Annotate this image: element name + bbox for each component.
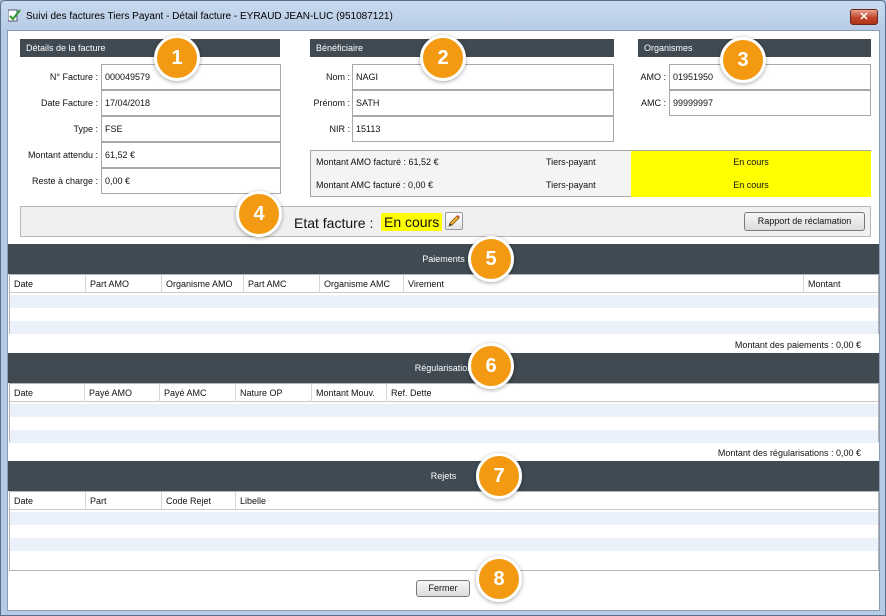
edit-etat-button[interactable] bbox=[445, 212, 463, 230]
nir-field[interactable]: 15113 bbox=[352, 116, 614, 142]
rejets-table-header: Date Part Code Rejet Libelle bbox=[10, 492, 878, 510]
regularisation-col-date[interactable]: Date bbox=[10, 384, 85, 402]
client-area: Détails de la facture N° Facture : 00004… bbox=[7, 30, 880, 611]
amc-payment-type: Tiers-payant bbox=[546, 180, 596, 190]
facture-type-label: Type : bbox=[73, 124, 98, 134]
paiements-table-header: Date Part AMO Organisme AMO Part AMC Org… bbox=[10, 275, 878, 293]
regularisation-col-nature-op[interactable]: Nature OP bbox=[236, 384, 312, 402]
pencil-icon bbox=[448, 215, 460, 227]
window: Suivi des factures Tiers Payant - Détail… bbox=[0, 0, 886, 616]
paiements-col-organisme-amc[interactable]: Organisme AMC bbox=[320, 275, 404, 293]
rejets-col-part[interactable]: Part bbox=[86, 492, 162, 510]
window-title: Suivi des factures Tiers Payant - Détail… bbox=[26, 11, 393, 22]
paiements-col-virement[interactable]: Virement bbox=[404, 275, 804, 293]
regularisation-col-ref-dette[interactable]: Ref. Dette bbox=[387, 384, 878, 402]
regularisation-table-header: Date Payé AMO Payé AMC Nature OP Montant… bbox=[10, 384, 878, 402]
paiements-col-part-amo[interactable]: Part AMO bbox=[86, 275, 162, 293]
table-row bbox=[10, 538, 878, 551]
paiements-col-part-amc[interactable]: Part AMC bbox=[244, 275, 320, 293]
nom-field[interactable]: NAGI bbox=[352, 64, 614, 90]
amo-payment-type: Tiers-payant bbox=[546, 157, 596, 167]
table-row bbox=[10, 295, 878, 308]
paiements-table[interactable]: Date Part AMO Organisme AMO Part AMC Org… bbox=[9, 274, 879, 334]
amc-status: En cours bbox=[631, 174, 871, 197]
regularisation-table[interactable]: Date Payé AMO Payé AMC Nature OP Montant… bbox=[9, 383, 879, 443]
nom-label: Nom : bbox=[325, 72, 350, 82]
regularisation-col-paye-amc[interactable]: Payé AMC bbox=[160, 384, 236, 402]
montant-attendu-label: Montant attendu : bbox=[27, 150, 98, 160]
rejets-col-libelle[interactable]: Libelle bbox=[236, 492, 878, 510]
paiements-col-date[interactable]: Date bbox=[10, 275, 86, 293]
reste-a-charge-label: Reste à charge : bbox=[31, 176, 98, 186]
rapport-reclamation-button[interactable]: Rapport de réclamation bbox=[744, 212, 865, 231]
amc-label: AMC : bbox=[640, 98, 666, 108]
montant-amc-facture: Montant AMC facturé : 0,00 € bbox=[316, 180, 434, 190]
prenom-label: Prénom : bbox=[313, 98, 350, 108]
etat-facture-bar: Etat facture : En cours Rapport de récla… bbox=[20, 206, 871, 237]
callout-badge-4: 4 bbox=[236, 191, 282, 237]
app-icon bbox=[8, 9, 21, 22]
amo-status: En cours bbox=[631, 151, 871, 174]
reste-a-charge-field[interactable]: 0,00 € bbox=[101, 168, 281, 194]
callout-badge-5: 5 bbox=[468, 236, 514, 282]
amo-field[interactable]: 01951950 bbox=[669, 64, 871, 90]
table-row bbox=[10, 512, 878, 525]
regularisation-total: Montant des régularisations : 0,00 € bbox=[717, 448, 861, 458]
etat-facture-label: Etat facture : bbox=[294, 215, 374, 231]
etat-facture-value: En cours bbox=[381, 213, 443, 231]
amc-field[interactable]: 99999997 bbox=[669, 90, 871, 116]
fermer-button[interactable]: Fermer bbox=[416, 580, 470, 597]
title-bar[interactable]: Suivi des factures Tiers Payant - Détail… bbox=[1, 1, 885, 29]
billing-summary: Montant AMO facturé : 61,52 € Tiers-paya… bbox=[310, 150, 871, 197]
callout-badge-3: 3 bbox=[720, 37, 766, 83]
regularisation-header: Régularisation bbox=[8, 353, 879, 383]
callout-badge-6: 6 bbox=[468, 343, 514, 389]
paiements-col-montant[interactable]: Montant bbox=[804, 275, 878, 293]
paiements-total: Montant des paiements : 0,00 € bbox=[734, 340, 861, 350]
facture-section-header: Détails de la facture bbox=[20, 39, 280, 57]
callout-badge-1: 1 bbox=[154, 35, 200, 81]
table-row bbox=[10, 430, 878, 443]
rejets-table[interactable]: Date Part Code Rejet Libelle bbox=[9, 491, 879, 571]
prenom-field[interactable]: SATH bbox=[352, 90, 614, 116]
paiements-col-organisme-amo[interactable]: Organisme AMO bbox=[162, 275, 244, 293]
table-row bbox=[10, 404, 878, 417]
callout-badge-8: 8 bbox=[476, 556, 522, 602]
callout-badge-2: 2 bbox=[420, 35, 466, 81]
close-window-button[interactable]: ✕ bbox=[850, 9, 878, 25]
facture-date-field[interactable]: 17/04/2018 bbox=[101, 90, 281, 116]
montant-attendu-field[interactable]: 61,52 € bbox=[101, 142, 281, 168]
rejets-col-code-rejet[interactable]: Code Rejet bbox=[162, 492, 236, 510]
facture-numero-label: N° Facture : bbox=[49, 72, 98, 82]
paiements-header: Paiements bbox=[8, 244, 879, 274]
amo-label: AMO : bbox=[640, 72, 666, 82]
rejets-header: Rejets bbox=[8, 461, 879, 491]
regularisation-col-montant-mouv[interactable]: Montant Mouv. bbox=[312, 384, 387, 402]
facture-date-label: Date Facture : bbox=[40, 98, 98, 108]
table-row bbox=[10, 321, 878, 334]
nir-label: NIR : bbox=[329, 124, 350, 134]
regularisation-col-paye-amo[interactable]: Payé AMO bbox=[85, 384, 160, 402]
facture-type-field[interactable]: FSE bbox=[101, 116, 281, 142]
montant-amo-facture: Montant AMO facturé : 61,52 € bbox=[316, 157, 439, 167]
rejets-col-date[interactable]: Date bbox=[10, 492, 86, 510]
callout-badge-7: 7 bbox=[476, 453, 522, 499]
